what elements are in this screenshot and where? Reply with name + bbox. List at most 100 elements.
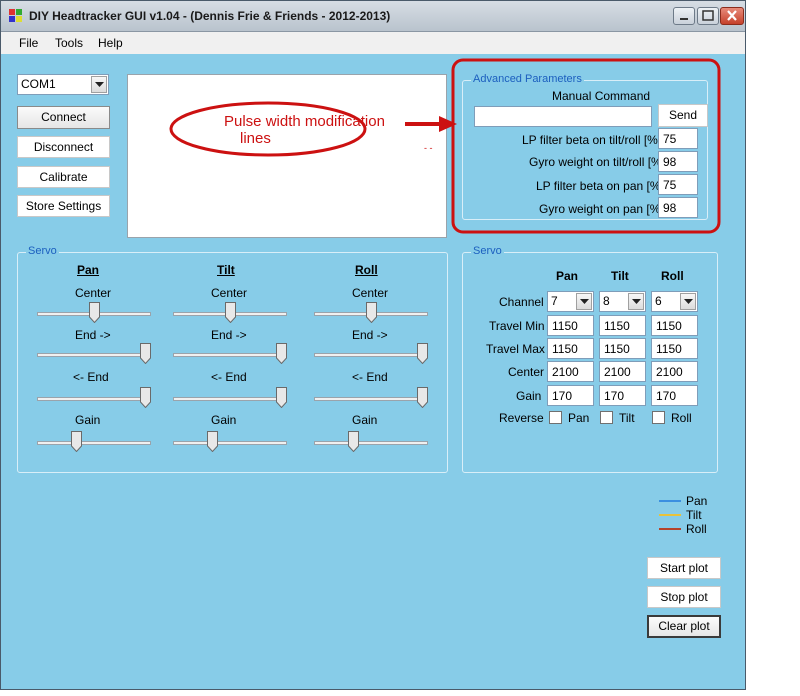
slider-thumb-icon[interactable] bbox=[207, 431, 218, 452]
window-title: DIY Headtracker GUI v1.04 - (Dennis Frie… bbox=[29, 9, 390, 23]
legend-swatch-pan bbox=[659, 500, 681, 502]
param-input[interactable]: 98 bbox=[658, 151, 698, 172]
chevron-down-icon[interactable] bbox=[91, 76, 107, 93]
slider-thumb-icon[interactable] bbox=[140, 343, 151, 364]
calibrate-button[interactable]: Calibrate bbox=[17, 166, 110, 188]
servo-row-label: Travel Max bbox=[486, 342, 545, 356]
slider-track-end-left[interactable] bbox=[314, 397, 428, 401]
chevron-down-icon[interactable] bbox=[576, 293, 592, 310]
servo-value-input[interactable]: 170 bbox=[599, 385, 646, 406]
servo-column-heading: Tilt bbox=[217, 263, 235, 277]
slider-label: <- End bbox=[211, 370, 247, 384]
channel-select-roll[interactable]: 6 bbox=[651, 291, 698, 312]
param-label: LP filter beta on pan [%] bbox=[536, 179, 664, 193]
slider-label: Center bbox=[75, 286, 111, 300]
channel-select-tilt[interactable]: 8 bbox=[599, 291, 646, 312]
legend-label-roll: Roll bbox=[686, 522, 707, 536]
annotation-text-line2: lines bbox=[240, 130, 271, 147]
minimize-icon bbox=[674, 8, 694, 24]
menu-help[interactable]: Help bbox=[98, 36, 123, 50]
servo-row-label: Gain bbox=[516, 389, 541, 403]
slider-thumb-icon[interactable] bbox=[417, 387, 428, 408]
servo-value-input[interactable]: 1150 bbox=[651, 315, 698, 336]
connect-button[interactable]: Connect bbox=[17, 106, 110, 129]
menu-file[interactable]: File bbox=[19, 36, 38, 50]
servo-value-input[interactable]: 1150 bbox=[599, 315, 646, 336]
reverse-tilt-checkbox[interactable] bbox=[600, 411, 613, 424]
legend-swatch-roll bbox=[659, 528, 681, 530]
param-input[interactable]: 98 bbox=[658, 197, 698, 218]
stop-plot-button[interactable]: Stop plot bbox=[647, 586, 721, 608]
slider-thumb-icon[interactable] bbox=[225, 302, 236, 323]
channel-value: 7 bbox=[551, 294, 558, 308]
servo-value-input[interactable]: 2100 bbox=[547, 361, 594, 382]
maximize-button[interactable] bbox=[697, 7, 719, 25]
reverse-label: Reverse bbox=[499, 411, 544, 425]
slider-thumb-icon[interactable] bbox=[417, 343, 428, 364]
slider-track-gain[interactable] bbox=[173, 441, 287, 445]
param-label: LP filter beta on tilt/roll [%] bbox=[522, 133, 661, 147]
channel-label: Channel bbox=[499, 295, 544, 309]
menu-tools[interactable]: Tools bbox=[55, 36, 83, 50]
slider-track-end-right[interactable] bbox=[37, 353, 151, 357]
slider-label: End -> bbox=[352, 328, 388, 342]
servo-value-input[interactable]: 2100 bbox=[651, 361, 698, 382]
chevron-down-icon[interactable] bbox=[628, 293, 644, 310]
slider-thumb-icon[interactable] bbox=[89, 302, 100, 323]
close-button[interactable] bbox=[720, 7, 744, 25]
main-window: DIY Headtracker GUI v1.04 - (Dennis Frie… bbox=[0, 0, 746, 690]
channel-select-pan[interactable]: 7 bbox=[547, 291, 594, 312]
reverse-roll-label: Roll bbox=[671, 411, 692, 425]
servo-value-input[interactable]: 170 bbox=[547, 385, 594, 406]
slider-thumb-icon[interactable] bbox=[276, 387, 287, 408]
slider-thumb-icon[interactable] bbox=[276, 343, 287, 364]
minimize-button[interactable] bbox=[673, 7, 695, 25]
slider-thumb-icon[interactable] bbox=[348, 431, 359, 452]
slider-label: Gain bbox=[75, 413, 100, 427]
chevron-down-icon[interactable] bbox=[680, 293, 696, 310]
legend-label-tilt: Tilt bbox=[686, 508, 702, 522]
clear-plot-button[interactable]: Clear plot bbox=[647, 615, 721, 638]
slider-track-end-left[interactable] bbox=[173, 397, 287, 401]
servo-value-input[interactable]: 170 bbox=[651, 385, 698, 406]
disconnect-button[interactable]: Disconnect bbox=[17, 136, 110, 158]
annotation-text-line1: Pulse width modification bbox=[224, 113, 385, 130]
servo-value-input[interactable]: 2100 bbox=[599, 361, 646, 382]
send-button[interactable]: Send bbox=[658, 104, 708, 127]
slider-track-gain[interactable] bbox=[314, 441, 428, 445]
store-settings-button[interactable]: Store Settings bbox=[17, 195, 110, 217]
slider-thumb-icon[interactable] bbox=[71, 431, 82, 452]
param-input[interactable]: 75 bbox=[658, 128, 698, 149]
start-plot-button[interactable]: Start plot bbox=[647, 557, 721, 579]
menu-bar: File Tools Help bbox=[1, 32, 745, 54]
close-icon bbox=[721, 8, 743, 24]
param-label: Gyro weight on pan [%] bbox=[539, 202, 664, 216]
slider-label: <- End bbox=[352, 370, 388, 384]
slider-thumb-icon[interactable] bbox=[140, 387, 151, 408]
slider-track-end-left[interactable] bbox=[37, 397, 151, 401]
reverse-roll-checkbox[interactable] bbox=[652, 411, 665, 424]
reverse-pan-checkbox[interactable] bbox=[549, 411, 562, 424]
servo-value-input[interactable]: 1150 bbox=[599, 338, 646, 359]
slider-label: Center bbox=[352, 286, 388, 300]
com-port-value: COM1 bbox=[21, 77, 56, 91]
servo-header-tilt: Tilt bbox=[611, 269, 629, 283]
servo-value-input[interactable]: 1150 bbox=[547, 315, 594, 336]
slider-label: <- End bbox=[73, 370, 109, 384]
servo-column-heading: Roll bbox=[355, 263, 378, 277]
servo-value-input[interactable]: 1150 bbox=[651, 338, 698, 359]
slider-track-end-right[interactable] bbox=[173, 353, 287, 357]
slider-label: Gain bbox=[211, 413, 236, 427]
title-bar[interactable]: DIY Headtracker GUI v1.04 - (Dennis Frie… bbox=[1, 1, 745, 32]
param-input[interactable]: 75 bbox=[658, 174, 698, 195]
manual-command-input[interactable] bbox=[474, 106, 652, 127]
advanced-parameters-title: Advanced Parameters bbox=[471, 73, 584, 85]
com-port-select[interactable]: COM1 bbox=[17, 74, 109, 95]
servo-value-input[interactable]: 1150 bbox=[547, 338, 594, 359]
channel-value: 6 bbox=[655, 294, 662, 308]
slider-track-end-right[interactable] bbox=[314, 353, 428, 357]
servo-row-label: Center bbox=[508, 365, 544, 379]
slider-thumb-icon[interactable] bbox=[366, 302, 377, 323]
slider-track-gain[interactable] bbox=[37, 441, 151, 445]
slider-label: End -> bbox=[211, 328, 247, 342]
